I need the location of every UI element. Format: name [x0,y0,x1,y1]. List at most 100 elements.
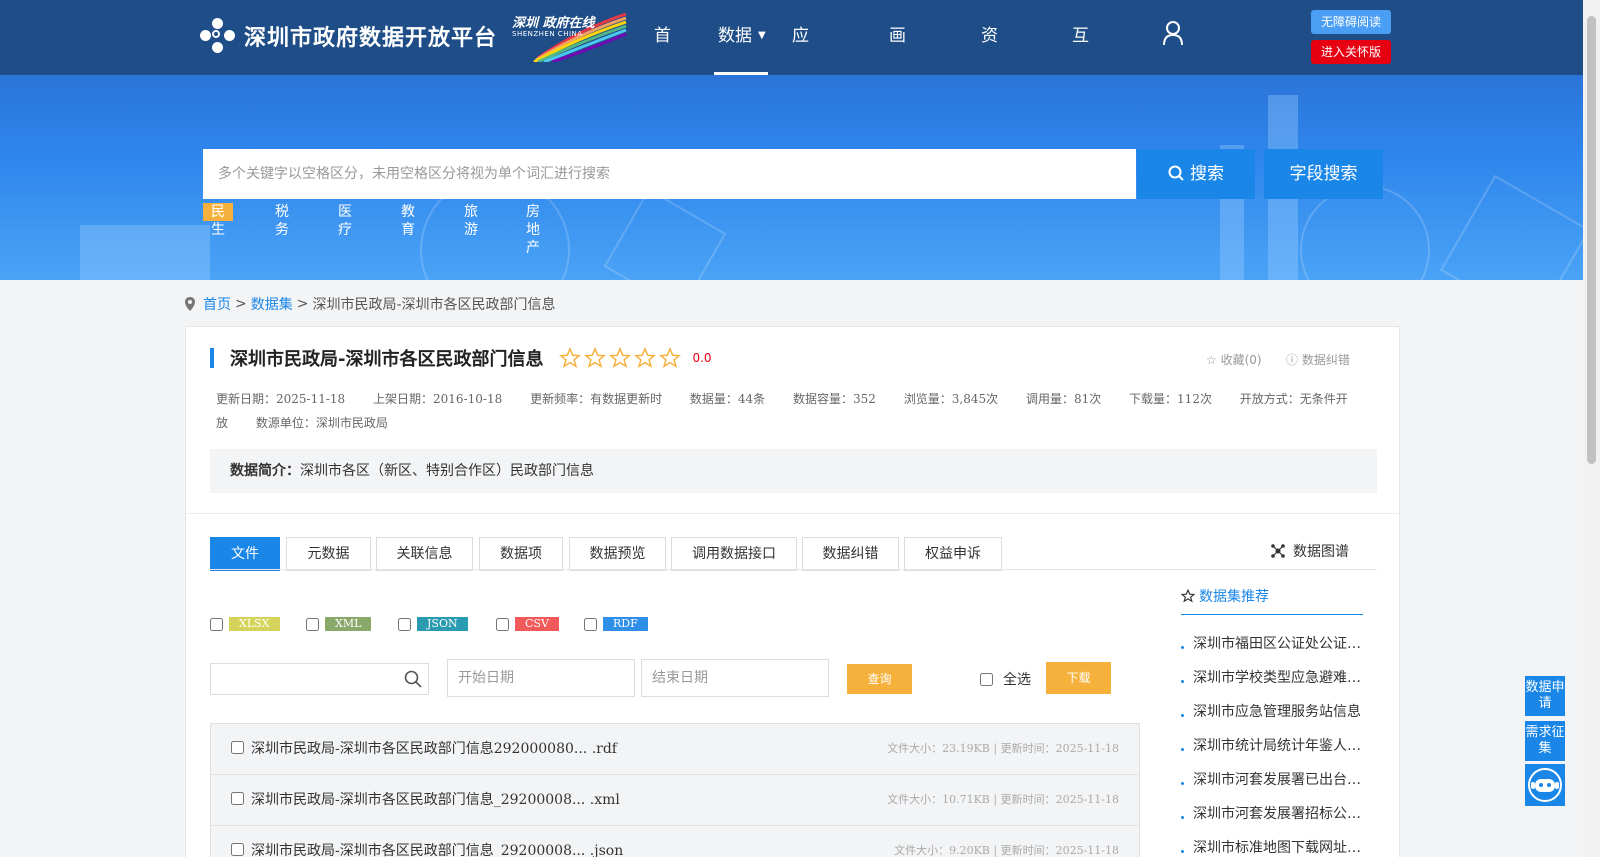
format-checkbox[interactable] [306,617,319,631]
tab-data-items[interactable]: 数据项 [479,537,563,571]
format-label: RDF [603,617,648,631]
summary-label: 数据简介： [230,463,300,479]
meta-source-unit: 数源单位：深圳市民政局 [255,416,388,430]
meta-publish-date: 上架日期：2016-10-18 [373,392,503,406]
select-all-checkbox[interactable] [980,672,993,686]
recommend-item[interactable]: 深圳市河套发展署已出台… [1181,763,1363,797]
search-icon[interactable] [404,670,422,688]
star-icon[interactable] [609,347,632,369]
nav-news[interactable]: 资讯▼ [981,0,998,185]
meta-views: 浏览量：3,845次 [903,392,999,406]
star-icon[interactable] [659,347,682,369]
hot-tag[interactable]: 税务 [267,203,297,238]
favorite-label: 收藏(0) [1220,353,1262,367]
hot-tag[interactable]: 医疗 [330,203,360,238]
question-icon: ⓘ [1286,353,1299,367]
hot-tag[interactable]: 旅游 [456,203,486,238]
format-filter-xlsx[interactable]: XLSX [210,617,280,631]
favorite-button[interactable]: ☆ 收藏(0) [1206,351,1262,368]
tab-files[interactable]: 文件 [210,537,280,571]
format-filter-json[interactable]: JSON [398,617,468,631]
format-label: XLSX [229,617,280,631]
star-icon[interactable] [584,347,607,369]
data-graph-link[interactable]: 数据图谱 [1271,541,1349,561]
format-checkbox[interactable] [398,617,411,631]
file-name[interactable]: 深圳市民政局-深圳市各区民政部门信息_29200008... .json [251,840,623,857]
rating-stars[interactable] [559,347,684,369]
tab-metadata[interactable]: 元数据 [286,537,371,571]
site-title: 深圳市政府数据开放平台 [244,26,498,51]
graph-icon [1271,544,1285,558]
data-correction-link[interactable]: ⓘ 数据纠错 [1286,351,1350,368]
hot-tag[interactable]: 民生 [203,203,233,238]
format-checkbox[interactable] [210,617,223,631]
format-label: XML [325,617,372,631]
meta-update-date: 更新日期：2025-11-18 [216,392,346,406]
chevron-down-icon: ▼ [758,30,766,41]
recommend-item[interactable]: 深圳市福田区公证处公证… [1181,627,1363,661]
search-button[interactable]: 搜索 [1137,149,1255,199]
hot-tag[interactable]: 教育 [393,203,423,238]
section-divider [186,513,1399,514]
format-filter-rdf[interactable]: RDF [584,617,648,631]
tab-appeal[interactable]: 权益申诉 [904,537,1002,571]
star-outline-icon: ☆ [1206,353,1217,367]
page-scrollbar[interactable] [1583,0,1600,857]
scrollbar-thumb[interactable] [1587,16,1596,464]
recommend-item[interactable]: 深圳市应急管理服务站信息 [1181,695,1363,729]
star-icon[interactable] [559,347,582,369]
data-apply-button[interactable]: 数据申请 [1525,676,1565,716]
tab-related-info[interactable]: 关联信息 [376,537,473,571]
site-logo[interactable]: 深圳市政府数据开放平台 [200,18,497,54]
breadcrumb: 首页 > 数据集 > 深圳市民政局-深圳市各区民政部门信息 [185,294,556,314]
search-button-label: 搜索 [1190,164,1224,184]
select-all[interactable]: 全选 [980,669,1031,689]
recommend-title: 数据集推荐 [1199,588,1269,605]
accessible-reading-button[interactable]: 无障碍阅读 [1311,10,1391,34]
format-filter-csv[interactable]: CSV [496,617,559,631]
nav-home[interactable]: 首页 [654,0,671,118]
hot-tag[interactable]: 房地产 [518,203,548,256]
demand-collect-button[interactable]: 需求征集 [1525,721,1565,761]
nav-apps[interactable]: 应用▼ [792,0,809,185]
breadcrumb-home-link[interactable]: 首页 [203,294,231,314]
format-checkbox[interactable] [584,617,597,631]
summary-text: 深圳市各区（新区、特别合作区）民政部门信息 [300,463,594,479]
nav-interact[interactable]: 互动▼ [1072,0,1089,185]
nav-portrait[interactable]: 画像▼ [889,0,906,185]
tab-data-correction[interactable]: 数据纠错 [802,537,899,571]
file-checkbox[interactable] [231,741,244,754]
download-button[interactable]: 下载 [1046,662,1111,694]
tab-data-preview[interactable]: 数据预览 [569,537,666,571]
format-checkbox[interactable] [496,617,509,631]
file-name[interactable]: 深圳市民政局-深圳市各区民政部门信息292000080... .rdf [251,738,617,758]
select-all-label: 全选 [1003,672,1031,688]
dataset-title: 深圳市民政局-深圳市各区民政部门信息 [230,349,544,370]
star-icon[interactable] [634,347,657,369]
recommend-item[interactable]: 深圳市河套发展署招标公… [1181,797,1363,831]
tab-api[interactable]: 调用数据接口 [671,537,797,571]
field-search-button[interactable]: 字段搜索 [1264,149,1383,199]
chat-robot-button[interactable] [1525,764,1565,806]
file-keyword-input[interactable] [210,663,429,695]
recommend-item[interactable]: 深圳市统计局统计年鉴人… [1181,729,1363,763]
breadcrumb-datasets-link[interactable]: 数据集 [251,294,293,314]
start-date-input[interactable]: 开始日期 [447,659,635,697]
recommend-item[interactable]: 深圳市标准地图下载网址… [1181,831,1363,857]
file-row[interactable]: 深圳市民政局-深圳市各区民政部门信息292000080... .rdf 文件大小… [210,723,1140,774]
file-row[interactable]: 深圳市民政局-深圳市各区民政部门信息_29200008... .json 文件大… [210,825,1140,857]
file-name[interactable]: 深圳市民政局-深圳市各区民政部门信息_29200008... .xml [251,789,620,809]
care-mode-button[interactable]: 进入关怀版 [1311,40,1391,64]
dataset-meta: 更新日期：2025-11-18 上架日期：2016-10-18 更新频率：有数据… [216,387,1366,435]
format-filter-xml[interactable]: XML [306,617,372,631]
banner-building [80,225,210,280]
end-date-input[interactable]: 结束日期 [641,659,829,697]
file-checkbox[interactable] [231,843,244,856]
search-input[interactable] [203,149,1136,199]
query-button[interactable]: 查询 [847,664,912,694]
user-icon[interactable] [1162,20,1184,46]
recommend-item[interactable]: 深圳市学校类型应急避难… [1181,661,1363,695]
file-row[interactable]: 深圳市民政局-深圳市各区民政部门信息_29200008... .xml 文件大小… [210,774,1140,825]
nav-data[interactable]: 数据 ▼ [714,0,768,75]
file-checkbox[interactable] [231,792,244,805]
